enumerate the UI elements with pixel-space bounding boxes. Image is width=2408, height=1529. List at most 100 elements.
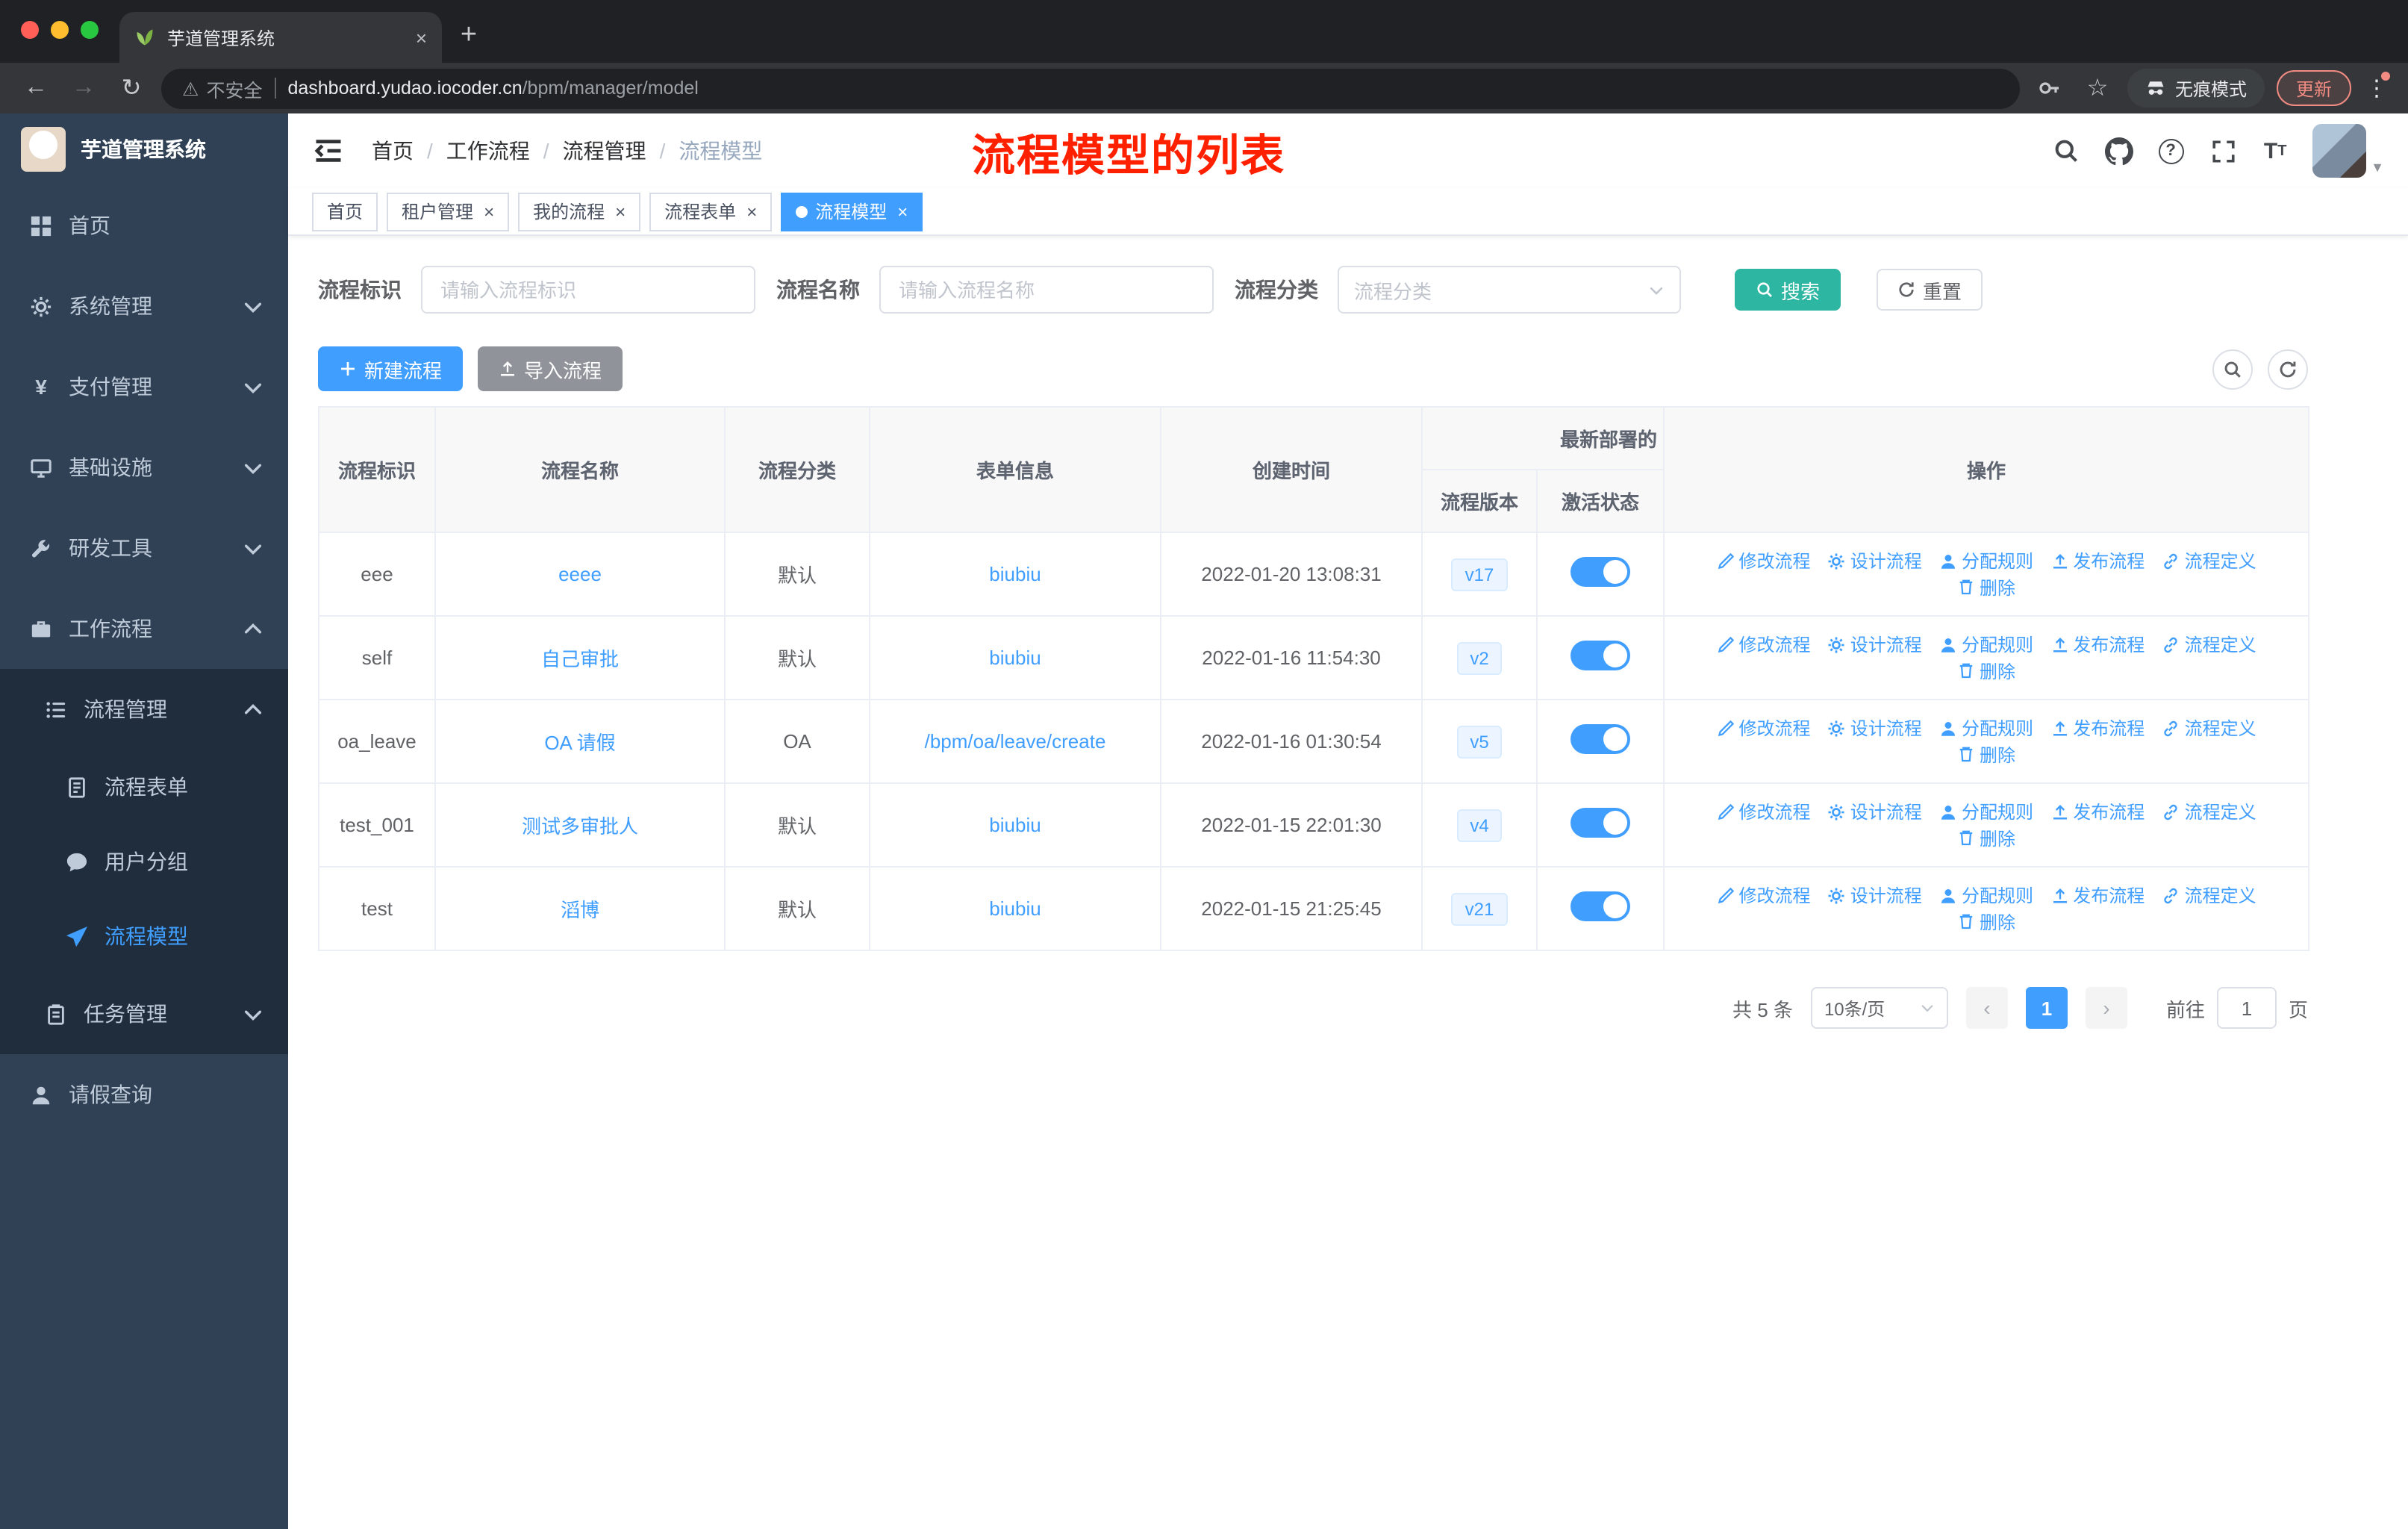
sidebar-item-user-group[interactable]: 用户分组 [0,824,288,899]
breadcrumb-workflow[interactable]: 工作流程 [446,136,530,166]
sidebar-item-devtools[interactable]: 研发工具 [0,508,288,588]
tag-close-icon[interactable]: × [746,201,757,222]
col-created-at[interactable]: 创建时间 [1160,406,1423,533]
action-publish-process[interactable]: 发布流程 [2050,548,2145,573]
version-badge[interactable]: v17 [1451,558,1508,591]
action-delete[interactable]: 删除 [1957,909,2015,934]
action-assign-rule[interactable]: 分配规则 [1939,548,2033,573]
tag-tenant-mgmt[interactable]: 租户管理 × [387,192,510,231]
sidebar-item-home[interactable]: 首页 [0,185,288,266]
sidebar-item-infrastructure[interactable]: 基础设施 [0,427,288,508]
action-publish-process[interactable]: 发布流程 [2050,882,2145,908]
browser-menu-icon[interactable]: ⋮ [2363,72,2390,102]
sidebar-item-process-mgmt[interactable]: 流程管理 [0,669,288,750]
action-process-definition[interactable]: 流程定义 [2162,632,2256,657]
action-publish-process[interactable]: 发布流程 [2050,715,2145,741]
url-bar[interactable]: ⚠ 不安全 dashboard.yudao.iocoder.cn/bpm/man… [161,68,2020,108]
zoom-window-button[interactable] [81,21,99,39]
minimize-window-button[interactable] [51,21,69,39]
user-menu[interactable]: ▼ [2312,124,2384,178]
process-name-link[interactable]: eeee [558,563,602,585]
sidebar-item-payment[interactable]: ¥ 支付管理 [0,346,288,427]
process-name-input[interactable] [879,266,1214,314]
process-name-link[interactable]: 测试多审批人 [522,815,638,838]
version-badge[interactable]: v5 [1456,725,1503,758]
action-publish-process[interactable]: 发布流程 [2050,799,2145,824]
font-size-icon[interactable]: TT [2260,136,2290,166]
github-icon[interactable] [2103,136,2133,166]
close-window-button[interactable] [21,21,39,39]
tag-my-process[interactable]: 我的流程 × [518,192,641,231]
action-delete[interactable]: 删除 [1957,741,2015,767]
refresh-table-icon[interactable] [2268,349,2308,389]
search-button[interactable]: 搜索 [1735,269,1841,311]
form-info-link[interactable]: biubiu [989,647,1041,669]
action-assign-rule[interactable]: 分配规则 [1939,799,2033,824]
col-process-name[interactable]: 流程名称 [434,406,726,533]
goto-page-input[interactable] [2216,987,2277,1029]
process-key-input[interactable] [421,266,755,314]
action-process-definition[interactable]: 流程定义 [2162,548,2256,573]
col-version[interactable]: 流程版本 [1421,469,1538,533]
col-active-status[interactable]: 激活状态 [1535,469,1665,533]
active-toggle[interactable] [1570,641,1630,670]
process-name-link[interactable]: 滔博 [561,899,599,921]
page-size-select[interactable]: 10条/页 [1810,987,1948,1029]
tag-close-icon[interactable]: × [484,201,494,222]
process-name-link[interactable]: 自己审批 [541,648,619,670]
action-design-process[interactable]: 设计流程 [1828,882,1922,908]
col-category[interactable]: 流程分类 [724,406,870,533]
reset-button[interactable]: 重置 [1877,269,1983,311]
form-info-link[interactable]: biubiu [989,814,1041,836]
sidebar-fold-icon[interactable] [312,134,345,167]
tab-close-icon[interactable]: × [416,26,427,49]
next-page-button[interactable]: › [2085,987,2127,1029]
breadcrumb-process-mgmt[interactable]: 流程管理 [563,136,646,166]
form-info-link[interactable]: /bpm/oa/leave/create [925,730,1106,753]
active-toggle[interactable] [1570,557,1630,587]
version-badge[interactable]: v2 [1456,641,1503,674]
col-form-info[interactable]: 表单信息 [869,406,1161,533]
import-process-button[interactable]: 导入流程 [478,346,623,391]
breadcrumb-home[interactable]: 首页 [372,136,414,166]
sidebar-item-task-mgmt[interactable]: 任务管理 [0,974,288,1054]
create-process-button[interactable]: 新建流程 [318,346,464,391]
security-indicator[interactable]: ⚠ 不安全 [182,74,262,102]
forward-icon[interactable]: → [66,70,102,106]
action-design-process[interactable]: 设计流程 [1828,632,1922,657]
action-edit-process[interactable]: 修改流程 [1716,548,1810,573]
tag-close-icon[interactable]: × [615,201,626,222]
chrome-update-button[interactable]: 更新 [2276,70,2351,106]
browser-tab[interactable]: 芋道管理系统 × [119,12,442,63]
action-publish-process[interactable]: 发布流程 [2050,632,2145,657]
tag-close-icon[interactable]: × [897,201,908,222]
action-assign-rule[interactable]: 分配规则 [1939,632,2033,657]
action-design-process[interactable]: 设计流程 [1828,548,1922,573]
active-toggle[interactable] [1570,808,1630,838]
action-edit-process[interactable]: 修改流程 [1716,799,1810,824]
fullscreen-icon[interactable] [2208,136,2238,166]
action-assign-rule[interactable]: 分配规则 [1939,715,2033,741]
back-icon[interactable]: ← [18,70,54,106]
prev-page-button[interactable]: ‹ [1965,987,2008,1029]
search-icon[interactable] [2051,136,2081,166]
new-tab-button[interactable]: + [448,15,490,57]
action-delete[interactable]: 删除 [1957,825,2015,850]
form-info-link[interactable]: biubiu [989,897,1041,920]
active-toggle[interactable] [1570,891,1630,921]
action-edit-process[interactable]: 修改流程 [1716,882,1810,908]
action-process-definition[interactable]: 流程定义 [2162,715,2256,741]
action-delete[interactable]: 删除 [1957,658,2015,683]
version-badge[interactable]: v21 [1451,892,1508,925]
action-delete[interactable]: 删除 [1957,574,2015,600]
active-toggle[interactable] [1570,724,1630,754]
bookmark-star-icon[interactable]: ☆ [2080,70,2115,106]
password-key-icon[interactable] [2032,70,2068,106]
action-design-process[interactable]: 设计流程 [1828,715,1922,741]
sidebar-item-workflow[interactable]: 工作流程 [0,588,288,669]
current-page-button[interactable]: 1 [2025,987,2068,1029]
action-edit-process[interactable]: 修改流程 [1716,715,1810,741]
toggle-search-icon[interactable] [2212,349,2253,389]
reload-icon[interactable]: ↻ [113,70,149,106]
sidebar-item-leave-query[interactable]: 请假查询 [0,1054,288,1135]
